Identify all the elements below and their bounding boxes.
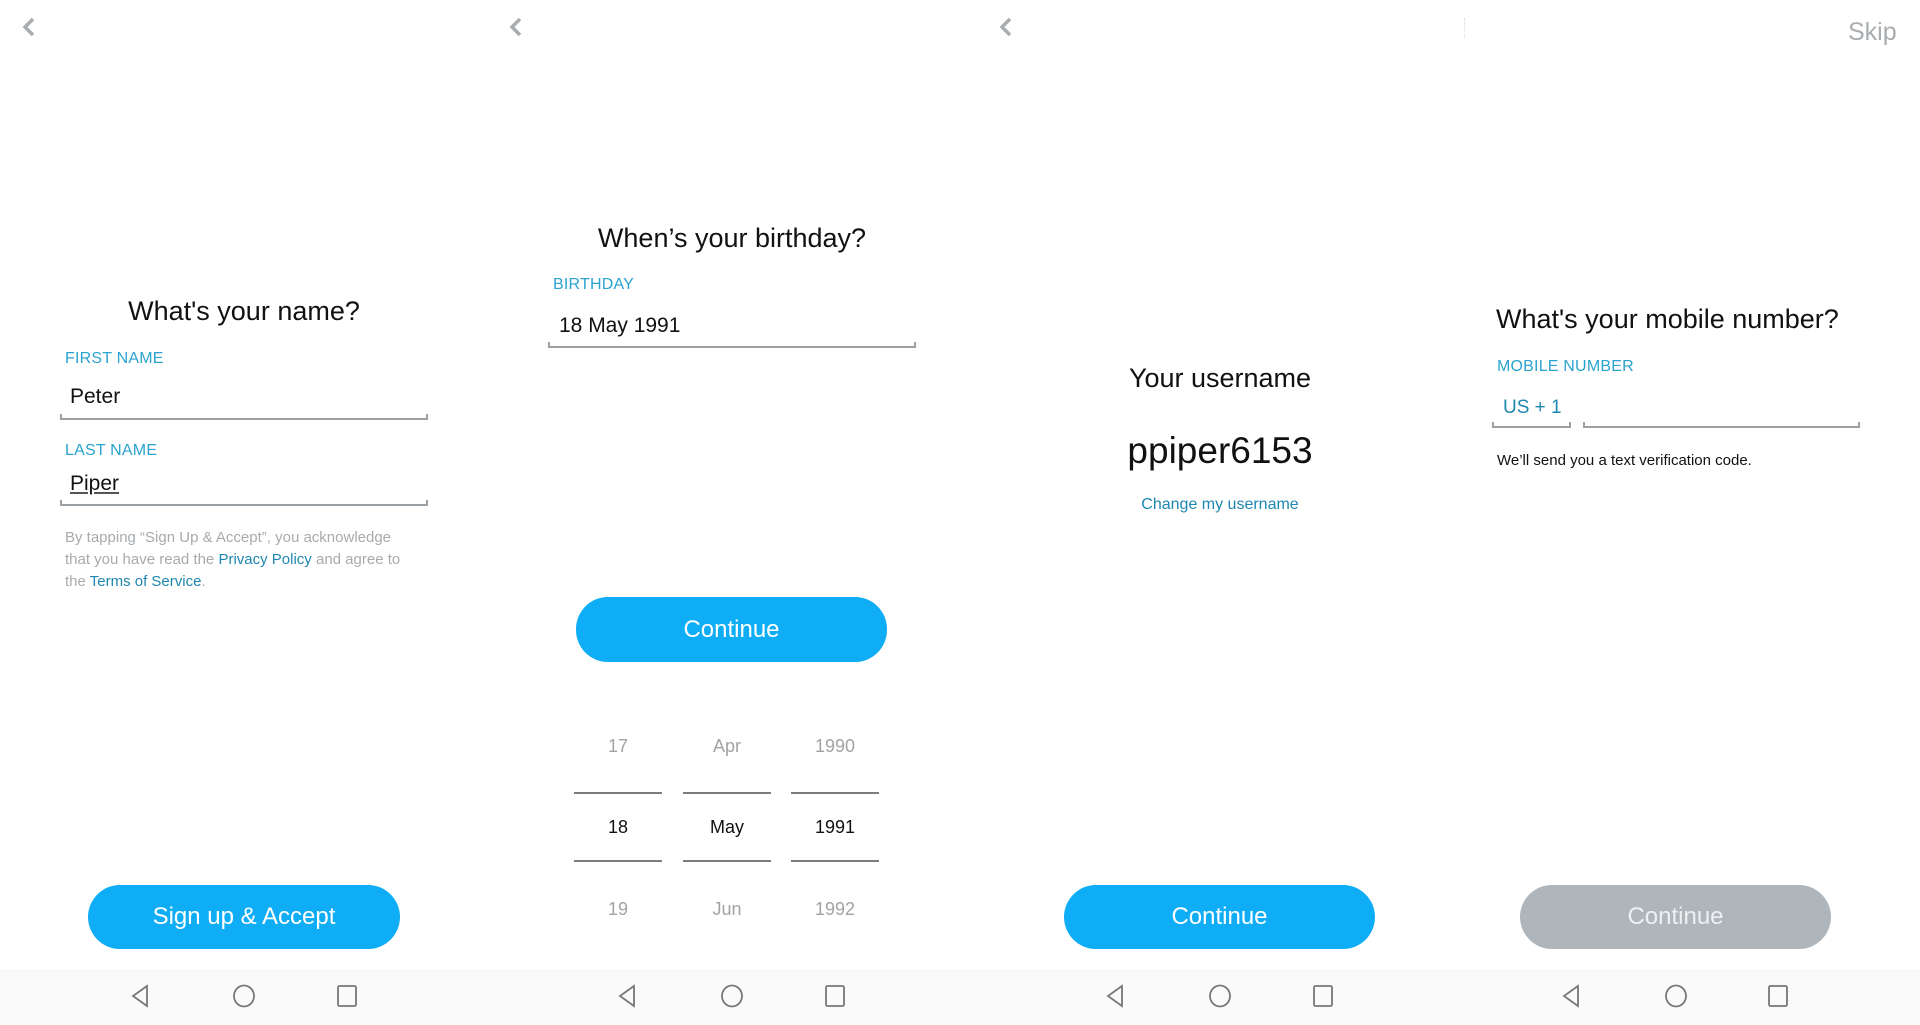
last-name-input[interactable]: Piper [70,472,119,496]
nav-recents-icon[interactable] [1310,983,1336,1009]
legal-notice: By tapping “Sign Up & Accept”, you ackno… [65,527,405,593]
continue-button[interactable]: Continue [1064,885,1375,949]
picker-divider [574,860,662,862]
nav-back-icon[interactable] [1102,983,1128,1009]
nav-back-icon[interactable] [127,983,153,1009]
nav-home-icon[interactable] [1663,983,1689,1009]
picker-month-prev[interactable]: Apr [713,736,741,757]
skip-button[interactable]: Skip [1848,18,1897,47]
back-chevron-icon[interactable] [20,16,38,38]
back-chevron-icon[interactable] [997,16,1015,38]
country-code-selector[interactable]: US + 1 [1503,397,1562,419]
mobile-number-label: MOBILE NUMBER [1497,358,1634,375]
nav-recents-icon[interactable] [1765,983,1791,1009]
nav-home-icon[interactable] [719,983,745,1009]
last-name-underline [60,500,428,506]
nav-home-icon[interactable] [1207,983,1233,1009]
verification-helper-text: We’ll send you a text verification code. [1497,452,1752,469]
continue-button[interactable]: Continue [576,597,887,662]
page-title: Your username [1128,363,1312,393]
first-name-underline [60,414,428,420]
nav-home-icon[interactable] [231,983,257,1009]
nav-back-icon[interactable] [614,983,640,1009]
picker-divider [574,792,662,794]
nav-back-icon[interactable] [1558,983,1584,1009]
username-value: ppiper6153 [1127,430,1313,471]
birthday-label: BIRTHDAY [553,276,635,293]
privacy-policy-link[interactable]: Privacy Policy [218,551,311,568]
birthday-underline [548,342,916,348]
back-chevron-icon[interactable] [507,16,525,38]
first-name-label: FIRST NAME [65,350,164,367]
birthday-input[interactable]: 18 May 1991 [559,314,680,338]
terms-of-service-link[interactable]: Terms of Service [90,573,202,590]
separator-mark [1464,18,1466,38]
username-screen: Your username ppiper6153 Change my usern… [978,0,1462,969]
picker-day-next[interactable]: 19 [608,899,628,920]
picker-day-prev[interactable]: 17 [608,736,628,757]
nav-recents-icon[interactable] [334,983,360,1009]
page-title: When’s your birthday? [597,223,867,253]
name-screen: What's your name? FIRST NAME Peter LAST … [0,0,488,969]
mobile-number-input[interactable] [1584,397,1860,423]
picker-divider [791,792,879,794]
mobile-number-underline [1583,422,1860,428]
picker-divider [683,792,771,794]
picker-month-next[interactable]: Jun [712,899,741,920]
picker-year-next[interactable]: 1992 [815,899,855,920]
picker-divider [791,860,879,862]
nav-recents-icon[interactable] [822,983,848,1009]
picker-divider [683,860,771,862]
page-title: What's your mobile number? [1496,304,1839,334]
picker-year-prev[interactable]: 1990 [815,736,855,757]
page-title: What's your name? [128,296,360,326]
country-code-underline [1492,422,1571,428]
mobile-screen: Skip What's your mobile number? MOBILE N… [1462,0,1920,969]
continue-button-disabled[interactable]: Continue [1520,885,1831,949]
legal-text: . [201,573,206,590]
picker-day-selected[interactable]: 18 [608,817,628,838]
last-name-label: LAST NAME [65,442,158,459]
sign-up-accept-button[interactable]: Sign up & Accept [88,885,400,949]
picker-month-selected[interactable]: May [710,817,744,838]
picker-year-selected[interactable]: 1991 [815,817,855,838]
android-navigation-bar [0,969,1920,1025]
change-username-link[interactable]: Change my username [1141,496,1298,514]
birthday-screen: When’s your birthday? BIRTHDAY 18 May 19… [488,0,978,969]
first-name-input[interactable]: Peter [70,385,120,409]
